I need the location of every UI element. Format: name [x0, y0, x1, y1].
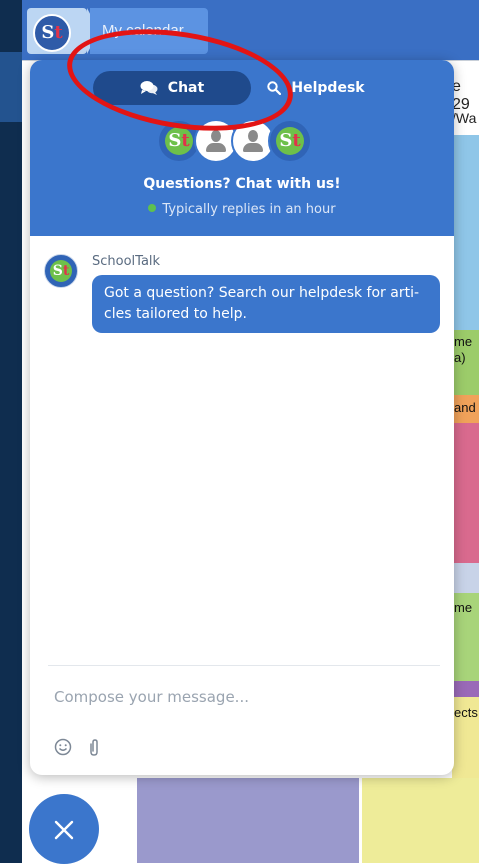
- message-sender: SchoolTalk: [92, 254, 161, 269]
- calendar-event[interactable]: [452, 423, 479, 563]
- reply-status-text: Typically replies in an hour: [162, 202, 336, 217]
- calendar-event-text: me: [454, 334, 473, 349]
- attachment-icon[interactable]: [83, 738, 105, 760]
- schooltalk-avatar: St: [268, 119, 312, 163]
- calendar-event-text: and: [454, 400, 476, 415]
- chat-widget: Chat Helpdesk St St Questions? Chat with…: [30, 60, 454, 775]
- tab-helpdesk-label: Helpdesk: [291, 80, 365, 96]
- calendar-event-bottom-right[interactable]: [362, 778, 479, 863]
- chat-title: Questions? Chat with us!: [143, 176, 341, 192]
- calendar-event-text: me: [454, 600, 473, 615]
- message-bubble: Got a question? Search our helpdesk for …: [92, 275, 440, 333]
- calendar-event[interactable]: [452, 681, 479, 697]
- calendar-event[interactable]: [452, 563, 479, 593]
- emoji-icon[interactable]: [52, 738, 74, 760]
- calendar-event[interactable]: [452, 135, 479, 330]
- app-left-strip: [0, 0, 22, 863]
- close-chat-button[interactable]: [29, 794, 99, 864]
- online-dot-icon: [148, 204, 157, 212]
- schooltalk-logo-icon: St: [33, 14, 71, 52]
- calendar-header-sub: /Wa: [452, 110, 477, 126]
- compose-divider: [48, 665, 440, 666]
- calendar-event-text: a): [454, 350, 466, 365]
- sender-avatar: St: [44, 254, 78, 288]
- calendar-event-text: ects: [454, 705, 478, 720]
- reply-status: Typically replies in an hour: [30, 202, 454, 217]
- calendar-event-bottom-left[interactable]: [137, 778, 359, 863]
- calendar-header-date: e 29: [452, 78, 470, 113]
- close-icon: [54, 820, 74, 839]
- compose-input[interactable]: [52, 684, 436, 710]
- app-left-strip-highlight: [0, 52, 22, 122]
